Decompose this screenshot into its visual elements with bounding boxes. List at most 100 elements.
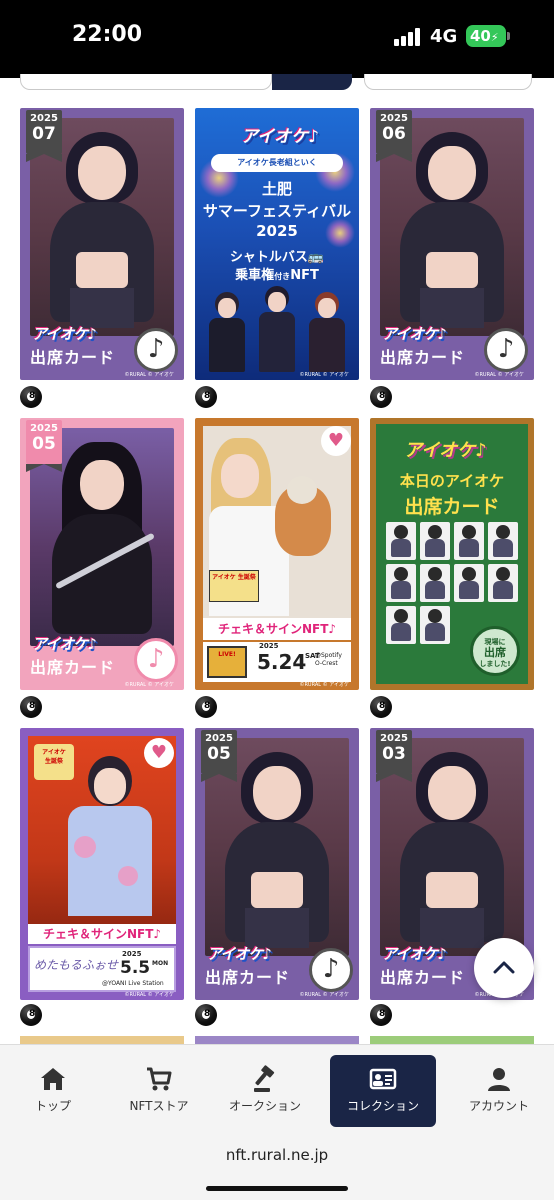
card-title: 出席カード <box>205 968 291 987</box>
event-venue: @Spotify O-Crest <box>315 652 342 667</box>
home-icon <box>41 1068 65 1090</box>
nav-label: オークション <box>228 1099 301 1113</box>
brand-logo: アイオケ♪ <box>32 635 97 653</box>
nft-card-cheki-0524[interactable]: アイオケ 生誕祭 ♥ チェキ＆サインNFT♪ LIVE! 2025 5.24 S… <box>195 418 359 690</box>
event-year: 2025 <box>122 950 142 958</box>
copyright: ©RURAL © アイオケ <box>124 682 174 688</box>
brand-logo: アイオケ♪ <box>241 127 319 147</box>
next-row-card-partial <box>195 1036 359 1044</box>
brand-logo: アイオケ♪ <box>32 325 97 343</box>
nav-label: コレクション <box>346 1099 419 1113</box>
favorite-heart-icon[interactable]: ♥ <box>144 738 174 768</box>
url-text[interactable]: nft.rural.ne.jp <box>0 1146 554 1164</box>
attendance-stamp: 現場に 出席 しました! <box>470 626 520 676</box>
date-tag: 2025 03 <box>376 730 412 782</box>
chain-badge-icon: 8 <box>195 696 217 718</box>
green-title-line2: 出席カード <box>404 496 500 518</box>
next-row-card-partial <box>370 1036 534 1044</box>
festival-title-line2: サマーフェスティバル <box>202 202 352 220</box>
next-row-card-partial <box>20 1036 184 1044</box>
chain-badge-icon: 8 <box>20 386 42 408</box>
brand-logo: アイオケ♪ <box>382 945 447 963</box>
date-tag: 2025 07 <box>26 110 62 162</box>
nft-card-attendance-07[interactable]: 2025 07 アイオケ♪ 出席カード ♪ ©RURAL © アイオケ <box>20 108 184 380</box>
cheki-band: チェキ＆サインNFT♪ <box>28 924 176 944</box>
event-venue: @YOANI Live Station <box>102 980 164 987</box>
battery-level: 40 <box>470 27 491 45</box>
nft-card-green-attendance[interactable]: アイオケ♪ 本日のアイオケ 出席カード 現場に 出席 しました! <box>370 418 534 690</box>
filter-tabs <box>0 74 554 100</box>
chain-badge-icon: 8 <box>20 696 42 718</box>
card-title: 出席カード <box>380 968 466 987</box>
chain-badge-icon: 8 <box>370 1004 392 1026</box>
browser-url-bar: nft.rural.ne.jp <box>0 1134 554 1200</box>
filter-tab-active[interactable] <box>272 74 352 90</box>
festival-subtitle: アイオケ長老組といく <box>211 154 343 172</box>
cellular-signal-icon <box>394 28 422 46</box>
event-signature: めたもるふぉせ <box>34 958 119 972</box>
nft-card-attendance-05-pink[interactable]: 2025 05 アイオケ♪ 出席カード ♪ ©RURAL © アイオケ <box>20 418 184 690</box>
nav-label: アカウント <box>468 1099 529 1113</box>
network-type: 4G <box>430 26 458 47</box>
festival-title-line3: 2025 <box>256 222 298 240</box>
nft-card-attendance-06[interactable]: 2025 06 アイオケ♪ 出席カード ♪ ©RURAL © アイオケ <box>370 108 534 380</box>
battery-tip <box>507 32 510 40</box>
brand-logo: アイオケ♪ <box>382 325 447 343</box>
music-note-icon: ♪ <box>134 328 178 372</box>
event-mini-logo: アイオケ 生誕祭 <box>209 570 259 602</box>
battery-icon: 40⚡ <box>466 25 506 47</box>
brand-logo: アイオケ♪ <box>207 945 272 963</box>
collection-icon <box>369 1068 397 1090</box>
nft-card-festival[interactable]: アイオケ♪ アイオケ長老組といく 土肥 サマーフェスティバル 2025 シャトル… <box>195 108 359 380</box>
nav-item-account[interactable]: アカウント <box>446 1055 552 1127</box>
card-title: 出席カード <box>30 348 116 367</box>
copyright: ©RURAL © アイオケ <box>124 372 174 378</box>
gavel-icon <box>254 1065 275 1092</box>
nft-card-attendance-05[interactable]: 2025 05 アイオケ♪ 出席カード ♪ ©RURAL © アイオケ <box>195 728 359 1000</box>
chain-badge-icon: 8 <box>370 386 392 408</box>
home-indicator <box>206 1186 348 1191</box>
festival-title-line1: 土肥 <box>261 180 292 198</box>
event-year: 2025 <box>259 642 279 650</box>
copyright: ©RURAL © アイオケ <box>299 682 349 688</box>
event-date: 5.24 <box>257 650 307 674</box>
copyright: ©RURAL © アイオケ <box>299 992 349 998</box>
event-weekday: SAT <box>305 652 320 660</box>
event-info: めたもるふぉせ 2025 5.5 MON @YOANI Live Station <box>28 946 176 992</box>
nav-item-collection[interactable]: コレクション <box>330 1055 436 1127</box>
card-title: 出席カード <box>30 658 116 677</box>
chain-badge-icon: 8 <box>195 386 217 408</box>
chain-badge-icon: 8 <box>195 1004 217 1026</box>
nav-item-top[interactable]: トップ <box>0 1055 106 1127</box>
date-tag: 2025 06 <box>376 110 412 162</box>
green-title-line1: 本日のアイオケ <box>399 472 505 490</box>
festival-bus-label: シャトルバス🚌 <box>229 250 325 265</box>
copyright: ©RURAL © アイオケ <box>124 992 174 998</box>
nav-item-nft-store[interactable]: NFTストア <box>106 1055 212 1127</box>
filter-tab-left[interactable] <box>20 74 272 90</box>
chain-badge-icon: 8 <box>20 1004 42 1026</box>
favorite-heart-icon[interactable]: ♥ <box>321 426 351 456</box>
status-bar: 22:00 4G 40⚡ <box>0 0 554 78</box>
music-note-icon: ♪ <box>134 638 178 682</box>
card-title: 出席カード <box>380 348 466 367</box>
scroll-to-top-button[interactable] <box>474 938 534 998</box>
nav-item-auction[interactable]: オークション <box>212 1055 318 1127</box>
copyright: ©RURAL © アイオケ <box>474 372 524 378</box>
copyright: ©RURAL © アイオケ <box>299 372 349 378</box>
filter-tab-right[interactable] <box>364 74 532 90</box>
date-tag: 2025 05 <box>26 420 62 472</box>
music-note-icon: ♪ <box>484 328 528 372</box>
festival-nft-label: 乗車権付きNFT <box>235 268 319 283</box>
event-info: LIVE! 2025 5.24 SAT @Spotify O-Crest <box>203 642 351 682</box>
date-tag: 2025 05 <box>201 730 237 782</box>
chevron-up-icon <box>493 961 515 974</box>
music-note-icon: ♪ <box>309 948 353 992</box>
nav-label: トップ <box>34 1099 71 1113</box>
status-time: 22:00 <box>72 22 143 47</box>
cart-icon <box>147 1067 172 1091</box>
event-weekday: MON <box>152 960 169 967</box>
bottom-navigation: トップ NFTストア オークション コレクション アカウント <box>0 1044 554 1134</box>
nft-card-cheki-0505[interactable]: アイオケ 生誕祭 ♥ チェキ＆サインNFT♪ めたもるふぉせ 2025 5.5 M… <box>20 728 184 1000</box>
chain-badge-icon: 8 <box>370 696 392 718</box>
